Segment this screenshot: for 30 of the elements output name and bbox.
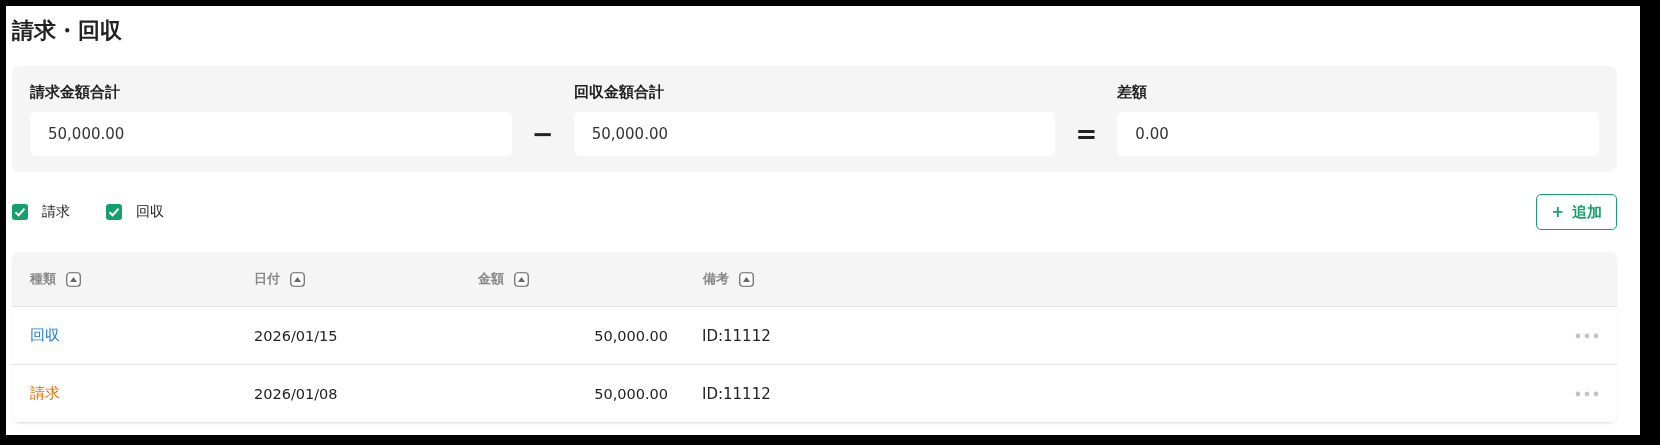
field-label: 請求金額合計 (30, 82, 120, 103)
note-cell-text: ID:11112 (701, 326, 772, 345)
add-button[interactable]: + 追加 (1536, 194, 1617, 230)
note-cell-text: ID:11112 (701, 384, 772, 403)
column-header: 種類 (30, 270, 56, 288)
amount-cell-text: 50,000.00 (593, 385, 668, 402)
checkbox-label: 請求 (42, 203, 70, 221)
amount-field: 50,000.00 (30, 112, 512, 156)
amount-field: 50,000.00 (573, 112, 1056, 156)
column-header: 備考 (703, 270, 729, 288)
sort-icon[interactable] (290, 271, 305, 287)
amount-cell-text: 50,000.00 (593, 327, 668, 344)
checkbox[interactable] (106, 204, 122, 220)
operator-sign: − (531, 119, 554, 149)
field-label: 回収金額合計 (573, 82, 664, 103)
column-header: 日付 (254, 270, 280, 288)
checkbox-label: 回収 (136, 203, 164, 221)
page-title: 請求・回収 (12, 17, 123, 45)
sort-icon[interactable] (739, 271, 754, 287)
sort-icon[interactable] (66, 271, 81, 287)
type-cell-text: 請求 (29, 384, 61, 403)
amount-field: 0.00 (1117, 112, 1599, 156)
field-label: 差額 (1117, 82, 1148, 103)
operator-sign: = (1075, 119, 1098, 149)
date-cell-text: 2026/01/15 (253, 327, 339, 344)
column-header: 金額 (478, 270, 504, 288)
sort-icon[interactable] (514, 271, 529, 287)
type-cell-text: 回収 (29, 326, 61, 345)
date-cell-text: 2026/01/08 (253, 385, 339, 402)
checkbox[interactable] (12, 204, 28, 220)
